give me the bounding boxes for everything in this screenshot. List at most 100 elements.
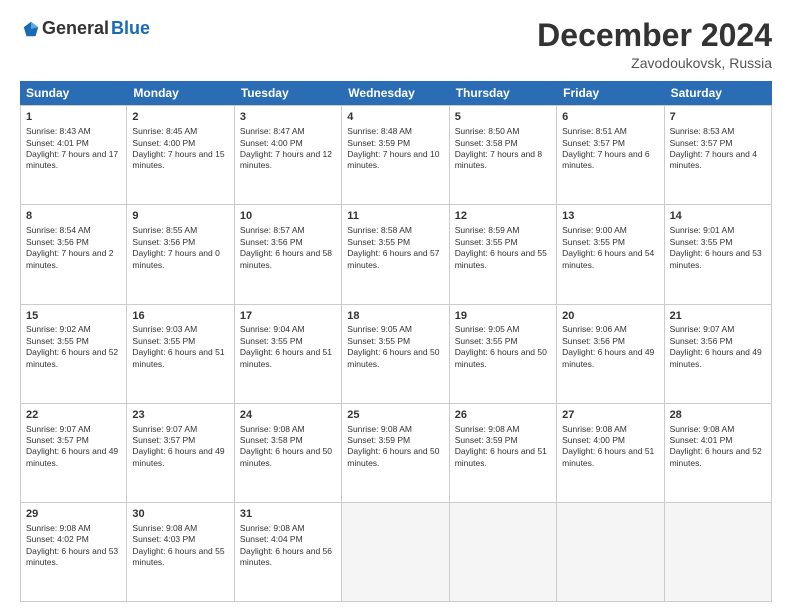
cell-info: Sunrise: 8:58 AM Sunset: 3:55 PM Dayligh… xyxy=(347,225,443,271)
day-number: 13 xyxy=(562,209,658,224)
cell-info: Sunrise: 8:45 AM Sunset: 4:00 PM Dayligh… xyxy=(132,126,228,172)
cell-info: Sunrise: 9:02 AM Sunset: 3:55 PM Dayligh… xyxy=(26,324,121,370)
cell-info: Sunrise: 9:08 AM Sunset: 3:59 PM Dayligh… xyxy=(455,424,551,470)
calendar-body: 1Sunrise: 8:43 AM Sunset: 4:01 PM Daylig… xyxy=(20,105,772,602)
cell-info: Sunrise: 9:08 AM Sunset: 4:03 PM Dayligh… xyxy=(132,523,228,569)
cal-cell xyxy=(665,503,772,601)
header-friday: Friday xyxy=(557,81,664,105)
cell-info: Sunrise: 9:07 AM Sunset: 3:56 PM Dayligh… xyxy=(670,324,766,370)
cal-week-4: 22Sunrise: 9:07 AM Sunset: 3:57 PM Dayli… xyxy=(20,404,772,503)
cal-cell xyxy=(557,503,664,601)
cal-cell: 21Sunrise: 9:07 AM Sunset: 3:56 PM Dayli… xyxy=(665,305,772,403)
day-number: 17 xyxy=(240,309,336,324)
cal-cell: 5Sunrise: 8:50 AM Sunset: 3:58 PM Daylig… xyxy=(450,106,557,204)
day-number: 26 xyxy=(455,408,551,423)
cal-week-1: 1Sunrise: 8:43 AM Sunset: 4:01 PM Daylig… xyxy=(20,105,772,205)
logo: General Blue xyxy=(20,18,150,39)
day-number: 3 xyxy=(240,110,336,125)
cal-cell: 30Sunrise: 9:08 AM Sunset: 4:03 PM Dayli… xyxy=(127,503,234,601)
day-number: 6 xyxy=(562,110,658,125)
logo-blue: Blue xyxy=(111,18,150,39)
day-number: 18 xyxy=(347,309,443,324)
cal-cell: 10Sunrise: 8:57 AM Sunset: 3:56 PM Dayli… xyxy=(235,205,342,303)
cell-info: Sunrise: 9:08 AM Sunset: 4:02 PM Dayligh… xyxy=(26,523,121,569)
cal-cell: 11Sunrise: 8:58 AM Sunset: 3:55 PM Dayli… xyxy=(342,205,449,303)
cell-info: Sunrise: 8:57 AM Sunset: 3:56 PM Dayligh… xyxy=(240,225,336,271)
cal-cell: 31Sunrise: 9:08 AM Sunset: 4:04 PM Dayli… xyxy=(235,503,342,601)
title-block: December 2024 Zavodoukovsk, Russia xyxy=(537,18,772,71)
header-saturday: Saturday xyxy=(665,81,772,105)
cal-cell xyxy=(450,503,557,601)
day-number: 29 xyxy=(26,507,121,522)
cell-info: Sunrise: 8:47 AM Sunset: 4:00 PM Dayligh… xyxy=(240,126,336,172)
logo-general: General xyxy=(42,18,109,39)
cell-info: Sunrise: 8:48 AM Sunset: 3:59 PM Dayligh… xyxy=(347,126,443,172)
cell-info: Sunrise: 9:03 AM Sunset: 3:55 PM Dayligh… xyxy=(132,324,228,370)
header: General Blue December 2024 Zavodoukovsk,… xyxy=(20,18,772,71)
cal-cell: 25Sunrise: 9:08 AM Sunset: 3:59 PM Dayli… xyxy=(342,404,449,502)
day-number: 8 xyxy=(26,209,121,224)
cell-info: Sunrise: 9:07 AM Sunset: 3:57 PM Dayligh… xyxy=(132,424,228,470)
cal-cell: 24Sunrise: 9:08 AM Sunset: 3:58 PM Dayli… xyxy=(235,404,342,502)
day-number: 31 xyxy=(240,507,336,522)
cal-cell: 14Sunrise: 9:01 AM Sunset: 3:55 PM Dayli… xyxy=(665,205,772,303)
day-number: 1 xyxy=(26,110,121,125)
day-number: 10 xyxy=(240,209,336,224)
cell-info: Sunrise: 9:08 AM Sunset: 4:01 PM Dayligh… xyxy=(670,424,766,470)
day-number: 12 xyxy=(455,209,551,224)
cal-cell: 6Sunrise: 8:51 AM Sunset: 3:57 PM Daylig… xyxy=(557,106,664,204)
cell-info: Sunrise: 8:59 AM Sunset: 3:55 PM Dayligh… xyxy=(455,225,551,271)
cal-cell: 19Sunrise: 9:05 AM Sunset: 3:55 PM Dayli… xyxy=(450,305,557,403)
day-number: 28 xyxy=(670,408,766,423)
day-number: 27 xyxy=(562,408,658,423)
cal-cell: 26Sunrise: 9:08 AM Sunset: 3:59 PM Dayli… xyxy=(450,404,557,502)
day-number: 4 xyxy=(347,110,443,125)
day-number: 30 xyxy=(132,507,228,522)
cell-info: Sunrise: 9:01 AM Sunset: 3:55 PM Dayligh… xyxy=(670,225,766,271)
header-wednesday: Wednesday xyxy=(342,81,449,105)
day-number: 9 xyxy=(132,209,228,224)
header-thursday: Thursday xyxy=(450,81,557,105)
cell-info: Sunrise: 8:55 AM Sunset: 3:56 PM Dayligh… xyxy=(132,225,228,271)
cal-cell: 3Sunrise: 8:47 AM Sunset: 4:00 PM Daylig… xyxy=(235,106,342,204)
cell-info: Sunrise: 8:50 AM Sunset: 3:58 PM Dayligh… xyxy=(455,126,551,172)
cal-cell: 1Sunrise: 8:43 AM Sunset: 4:01 PM Daylig… xyxy=(20,106,127,204)
cell-info: Sunrise: 9:08 AM Sunset: 4:00 PM Dayligh… xyxy=(562,424,658,470)
logo-icon xyxy=(22,20,40,38)
cal-cell: 18Sunrise: 9:05 AM Sunset: 3:55 PM Dayli… xyxy=(342,305,449,403)
day-number: 25 xyxy=(347,408,443,423)
location: Zavodoukovsk, Russia xyxy=(537,55,772,71)
cal-cell: 8Sunrise: 8:54 AM Sunset: 3:56 PM Daylig… xyxy=(20,205,127,303)
month-title: December 2024 xyxy=(537,18,772,53)
cal-week-5: 29Sunrise: 9:08 AM Sunset: 4:02 PM Dayli… xyxy=(20,503,772,602)
cal-cell: 13Sunrise: 9:00 AM Sunset: 3:55 PM Dayli… xyxy=(557,205,664,303)
day-number: 2 xyxy=(132,110,228,125)
cal-cell: 7Sunrise: 8:53 AM Sunset: 3:57 PM Daylig… xyxy=(665,106,772,204)
day-number: 15 xyxy=(26,309,121,324)
cal-cell: 16Sunrise: 9:03 AM Sunset: 3:55 PM Dayli… xyxy=(127,305,234,403)
cal-cell: 2Sunrise: 8:45 AM Sunset: 4:00 PM Daylig… xyxy=(127,106,234,204)
cal-cell: 29Sunrise: 9:08 AM Sunset: 4:02 PM Dayli… xyxy=(20,503,127,601)
cal-cell: 15Sunrise: 9:02 AM Sunset: 3:55 PM Dayli… xyxy=(20,305,127,403)
day-number: 21 xyxy=(670,309,766,324)
calendar-header: Sunday Monday Tuesday Wednesday Thursday… xyxy=(20,81,772,105)
day-number: 20 xyxy=(562,309,658,324)
day-number: 14 xyxy=(670,209,766,224)
page: General Blue December 2024 Zavodoukovsk,… xyxy=(0,0,792,612)
cell-info: Sunrise: 8:54 AM Sunset: 3:56 PM Dayligh… xyxy=(26,225,121,271)
cal-cell: 17Sunrise: 9:04 AM Sunset: 3:55 PM Dayli… xyxy=(235,305,342,403)
calendar: Sunday Monday Tuesday Wednesday Thursday… xyxy=(20,81,772,602)
day-number: 5 xyxy=(455,110,551,125)
header-tuesday: Tuesday xyxy=(235,81,342,105)
cal-week-3: 15Sunrise: 9:02 AM Sunset: 3:55 PM Dayli… xyxy=(20,305,772,404)
day-number: 24 xyxy=(240,408,336,423)
cell-info: Sunrise: 9:05 AM Sunset: 3:55 PM Dayligh… xyxy=(455,324,551,370)
cell-info: Sunrise: 9:00 AM Sunset: 3:55 PM Dayligh… xyxy=(562,225,658,271)
cell-info: Sunrise: 8:51 AM Sunset: 3:57 PM Dayligh… xyxy=(562,126,658,172)
cal-cell xyxy=(342,503,449,601)
cell-info: Sunrise: 9:06 AM Sunset: 3:56 PM Dayligh… xyxy=(562,324,658,370)
header-sunday: Sunday xyxy=(20,81,127,105)
cell-info: Sunrise: 9:08 AM Sunset: 3:58 PM Dayligh… xyxy=(240,424,336,470)
cell-info: Sunrise: 8:43 AM Sunset: 4:01 PM Dayligh… xyxy=(26,126,121,172)
cell-info: Sunrise: 9:04 AM Sunset: 3:55 PM Dayligh… xyxy=(240,324,336,370)
